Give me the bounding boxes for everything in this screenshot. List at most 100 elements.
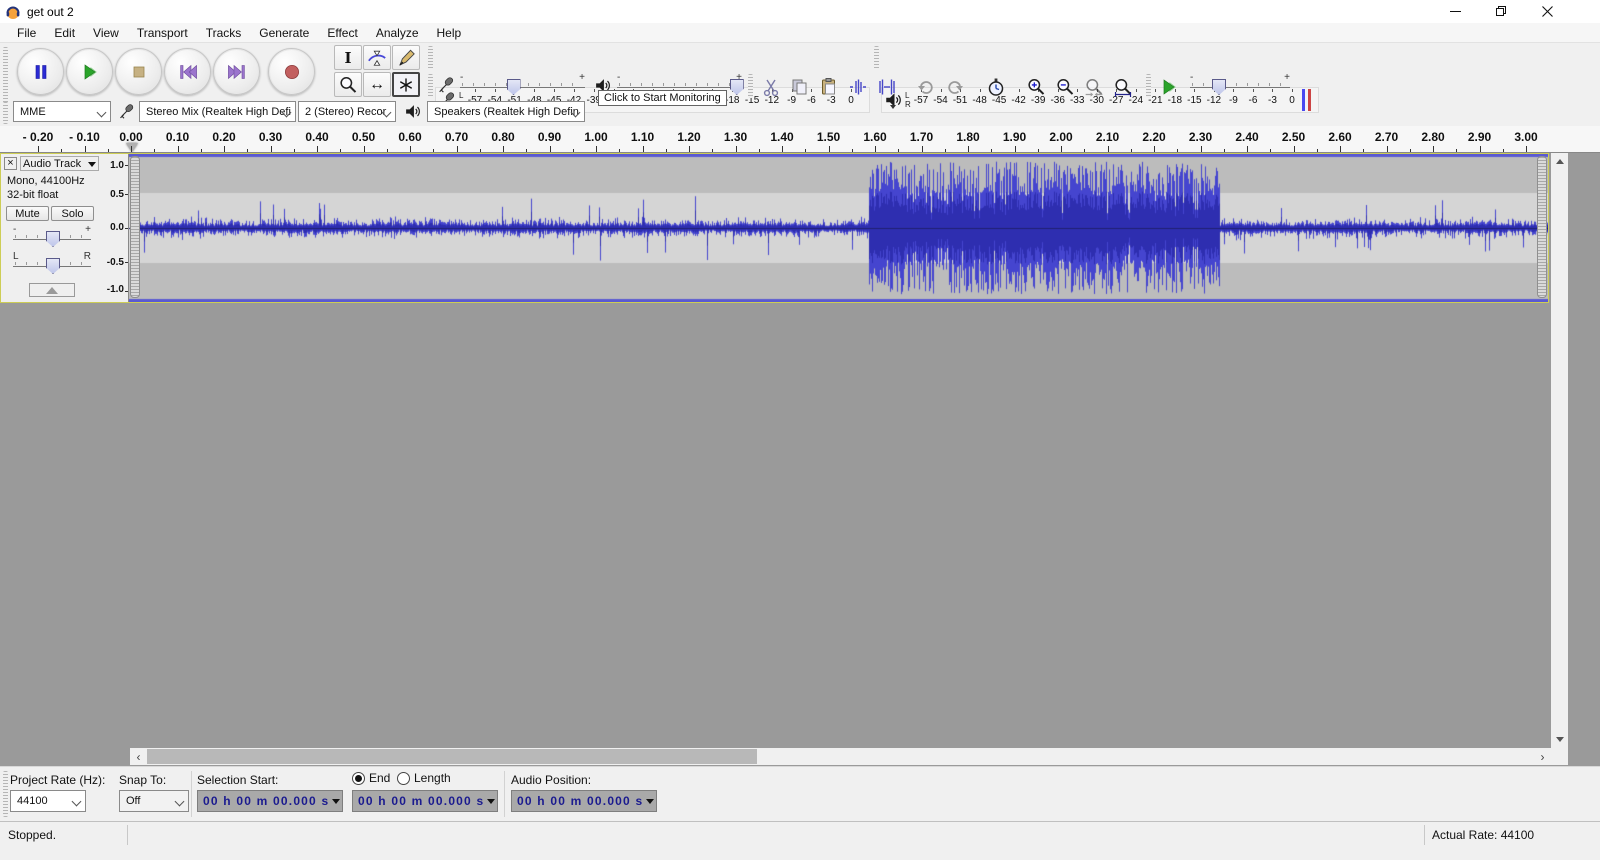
menu-generate[interactable]: Generate <box>250 26 318 40</box>
menu-view[interactable]: View <box>84 26 128 40</box>
recording-volume-thumb[interactable] <box>507 79 521 95</box>
recording-meter-grabber[interactable] <box>428 46 433 70</box>
scroll-up-button[interactable] <box>1551 153 1568 170</box>
mixer-toolbar-grabber[interactable] <box>428 74 433 98</box>
vertical-ruler[interactable]: 1.0 0.5 0.0 -0.5 -1.0 <box>101 154 129 302</box>
audacity-window: get out 2 FileEditViewTransportTracksGen… <box>0 0 1600 860</box>
silence-audio-button[interactable] <box>873 74 900 99</box>
length-radio[interactable]: Length <box>397 771 451 785</box>
trim-audio-button[interactable] <box>844 74 871 99</box>
scroll-left-button[interactable]: ‹ <box>130 748 147 765</box>
track-gain-thumb[interactable] <box>46 231 60 247</box>
ruler-label: 0.00 <box>119 130 142 144</box>
zoom-in-icon <box>1026 77 1046 97</box>
track-pan-slider[interactable]: L R <box>13 253 91 273</box>
restore-button[interactable] <box>1478 0 1524 23</box>
ruler-minor-tick <box>61 149 62 152</box>
audio-position-field[interactable]: 00 h 00 m 00.000 s <box>511 790 657 812</box>
close-button[interactable] <box>1524 0 1570 23</box>
timeshift-tool-button[interactable]: ↔ <box>363 72 391 97</box>
menu-effect[interactable]: Effect <box>318 26 366 40</box>
meter-tick-label: -18 <box>725 95 739 106</box>
ruler-label: 2.40 <box>1235 130 1258 144</box>
ruler-major-tick <box>1387 146 1388 152</box>
horizontal-scrollbar[interactable]: ‹ › <box>130 748 1551 765</box>
track-close-button[interactable]: × <box>4 157 17 170</box>
end-radio[interactable]: End <box>352 771 390 785</box>
envelope-tool-button[interactable] <box>363 45 391 70</box>
record-button[interactable] <box>268 48 315 95</box>
clip-edge-left[interactable] <box>130 156 140 298</box>
zoom-out-icon <box>1055 77 1075 97</box>
menu-help[interactable]: Help <box>428 26 471 40</box>
selection-toolbar-grabber[interactable] <box>3 771 8 817</box>
waveform-view[interactable] <box>129 154 1548 302</box>
redo-button[interactable] <box>941 74 968 99</box>
skip-to-end-button[interactable] <box>213 48 260 95</box>
skip-to-start-button[interactable] <box>164 48 211 95</box>
play-button[interactable] <box>66 48 113 95</box>
selection-tool-button[interactable]: I <box>334 45 362 70</box>
track-pan-thumb[interactable] <box>46 258 60 274</box>
vertical-scrollbar[interactable] <box>1551 153 1568 748</box>
scroll-down-button[interactable] <box>1551 731 1568 748</box>
zoom-out-button[interactable] <box>1051 74 1078 99</box>
copy-button[interactable] <box>786 74 813 99</box>
play-at-speed-grabber[interactable] <box>1146 74 1151 98</box>
playhead-marker[interactable] <box>126 143 138 152</box>
multi-tool-icon <box>397 76 415 94</box>
recording-channels-select[interactable]: 2 (Stereo) Recor <box>298 101 396 122</box>
timeline-ruler[interactable]: - 0.20- 0.100.000.100.200.300.400.500.60… <box>0 126 1600 153</box>
stop-button[interactable] <box>115 48 162 95</box>
playback-volume-thumb[interactable] <box>730 79 744 95</box>
track-menu-button[interactable]: Audio Track <box>20 156 99 171</box>
ruler-major-tick <box>410 146 411 152</box>
selection-start-field[interactable]: 00 h 00 m 00.000 s <box>197 790 343 812</box>
play-at-speed-button[interactable] <box>1155 74 1182 99</box>
playback-device-select[interactable]: Speakers (Realtek High Defin <box>427 101 585 122</box>
play-speed-thumb[interactable] <box>1212 79 1226 95</box>
undo-button[interactable] <box>912 74 939 99</box>
ruler-minor-tick <box>108 149 109 152</box>
multi-tool-button[interactable] <box>392 72 420 97</box>
menu-file[interactable]: File <box>8 26 45 40</box>
copy-icon <box>790 77 810 97</box>
paste-button[interactable] <box>815 74 842 99</box>
scroll-right-button[interactable]: › <box>1534 748 1551 765</box>
menu-tracks[interactable]: Tracks <box>197 26 251 40</box>
mute-button[interactable]: Mute <box>6 206 49 221</box>
play-speed-slider[interactable]: - + <box>1190 74 1290 94</box>
edit-toolbar-grabber[interactable] <box>748 74 753 98</box>
track-gain-slider[interactable]: - + <box>13 226 91 246</box>
ruler-minor-tick <box>247 149 248 152</box>
zoom-to-selection-button[interactable] <box>1080 74 1107 99</box>
track-collapse-button[interactable] <box>29 283 75 297</box>
selection-end-field[interactable]: 00 h 00 m 00.000 s <box>352 790 498 812</box>
recording-volume-slider[interactable]: - + <box>460 74 585 94</box>
menu-transport[interactable]: Transport <box>128 26 197 40</box>
sync-lock-button[interactable] <box>982 74 1009 99</box>
waveform-canvas[interactable] <box>129 154 1548 302</box>
fit-project-icon <box>1113 77 1133 97</box>
device-toolbar-grabber[interactable] <box>3 102 8 124</box>
horizontal-scroll-thumb[interactable] <box>147 749 757 764</box>
menu-edit[interactable]: Edit <box>45 26 84 40</box>
audio-host-select[interactable]: MME <box>13 101 111 122</box>
project-rate-select[interactable]: 44100 <box>10 790 86 812</box>
pause-button[interactable] <box>17 48 64 95</box>
solo-button[interactable]: Solo <box>51 206 94 221</box>
draw-tool-button[interactable] <box>392 45 420 70</box>
playback-meter-grabber[interactable] <box>874 46 879 70</box>
clip-edge-right[interactable] <box>1537 156 1547 298</box>
zoom-tool-button[interactable] <box>334 72 362 97</box>
fit-project-button[interactable] <box>1109 74 1136 99</box>
cut-button[interactable] <box>757 74 784 99</box>
ruler-major-tick <box>1061 146 1062 152</box>
snap-to-select[interactable]: Off <box>119 790 189 812</box>
menu-analyze[interactable]: Analyze <box>367 26 428 40</box>
zoom-in-button[interactable] <box>1022 74 1049 99</box>
zoom-to-selection-icon <box>1084 77 1104 97</box>
chevron-down-icon <box>88 162 96 167</box>
recording-device-select[interactable]: Stereo Mix (Realtek High Defi <box>139 101 296 122</box>
minimize-button[interactable] <box>1432 0 1478 23</box>
